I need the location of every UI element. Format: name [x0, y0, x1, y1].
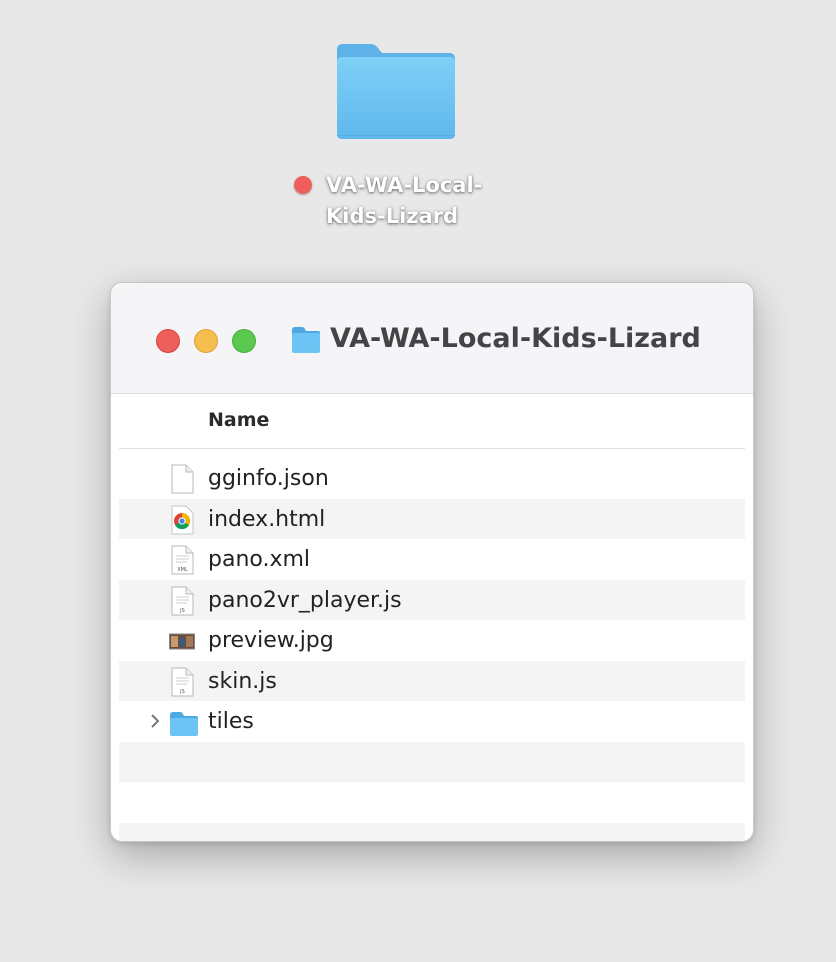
window-titlebar[interactable]: VA-WA-Local-Kids-Lizard: [111, 283, 753, 394]
close-button[interactable]: [156, 329, 180, 353]
file-name: skin.js: [208, 668, 277, 694]
window-title: VA-WA-Local-Kids-Lizard: [330, 323, 701, 354]
js-file-icon: JS: [169, 586, 195, 616]
red-tag-dot: [294, 176, 312, 194]
file-name: pano2vr_player.js: [208, 587, 402, 613]
svg-text:JS: JS: [179, 608, 185, 614]
file-name: pano.xml: [208, 547, 311, 572]
json-file-icon: [169, 464, 195, 494]
file-list: gginfo.json index.html XML pano.xml JS p…: [119, 458, 745, 841]
file-name: preview.jpg: [208, 628, 334, 653]
name-column-header[interactable]: Name: [119, 395, 745, 449]
file-name: gginfo.json: [208, 466, 329, 491]
js-file-icon: JS: [169, 667, 195, 697]
folder-icon: [169, 707, 198, 737]
file-name: index.html: [208, 506, 326, 532]
finder-window: VA-WA-Local-Kids-Lizard Name gginfo.json: [110, 282, 754, 842]
list-item[interactable]: JS skin.js: [119, 660, 745, 701]
minimize-button[interactable]: [194, 329, 218, 353]
list-item[interactable]: gginfo.json: [119, 458, 745, 499]
file-name: tiles: [208, 709, 254, 734]
empty-row: [119, 822, 745, 841]
chrome-html-file-icon: [169, 505, 195, 535]
empty-row: [119, 741, 745, 782]
list-item[interactable]: tiles: [119, 701, 745, 742]
xml-file-icon: XML: [169, 545, 195, 575]
list-item[interactable]: index.html: [119, 498, 745, 539]
svg-text:JS: JS: [179, 689, 185, 695]
desktop-folder-icon[interactable]: [333, 40, 459, 144]
zoom-button[interactable]: [232, 329, 256, 353]
folder-icon: [291, 326, 321, 354]
list-item[interactable]: XML pano.xml: [119, 539, 745, 580]
empty-row: [119, 782, 745, 823]
list-item[interactable]: JS pano2vr_player.js: [119, 579, 745, 620]
disclosure-chevron-icon[interactable]: [149, 712, 161, 730]
image-thumbnail-icon: [169, 626, 195, 656]
list-item[interactable]: preview.jpg: [119, 620, 745, 661]
svg-text:XML: XML: [177, 567, 188, 573]
